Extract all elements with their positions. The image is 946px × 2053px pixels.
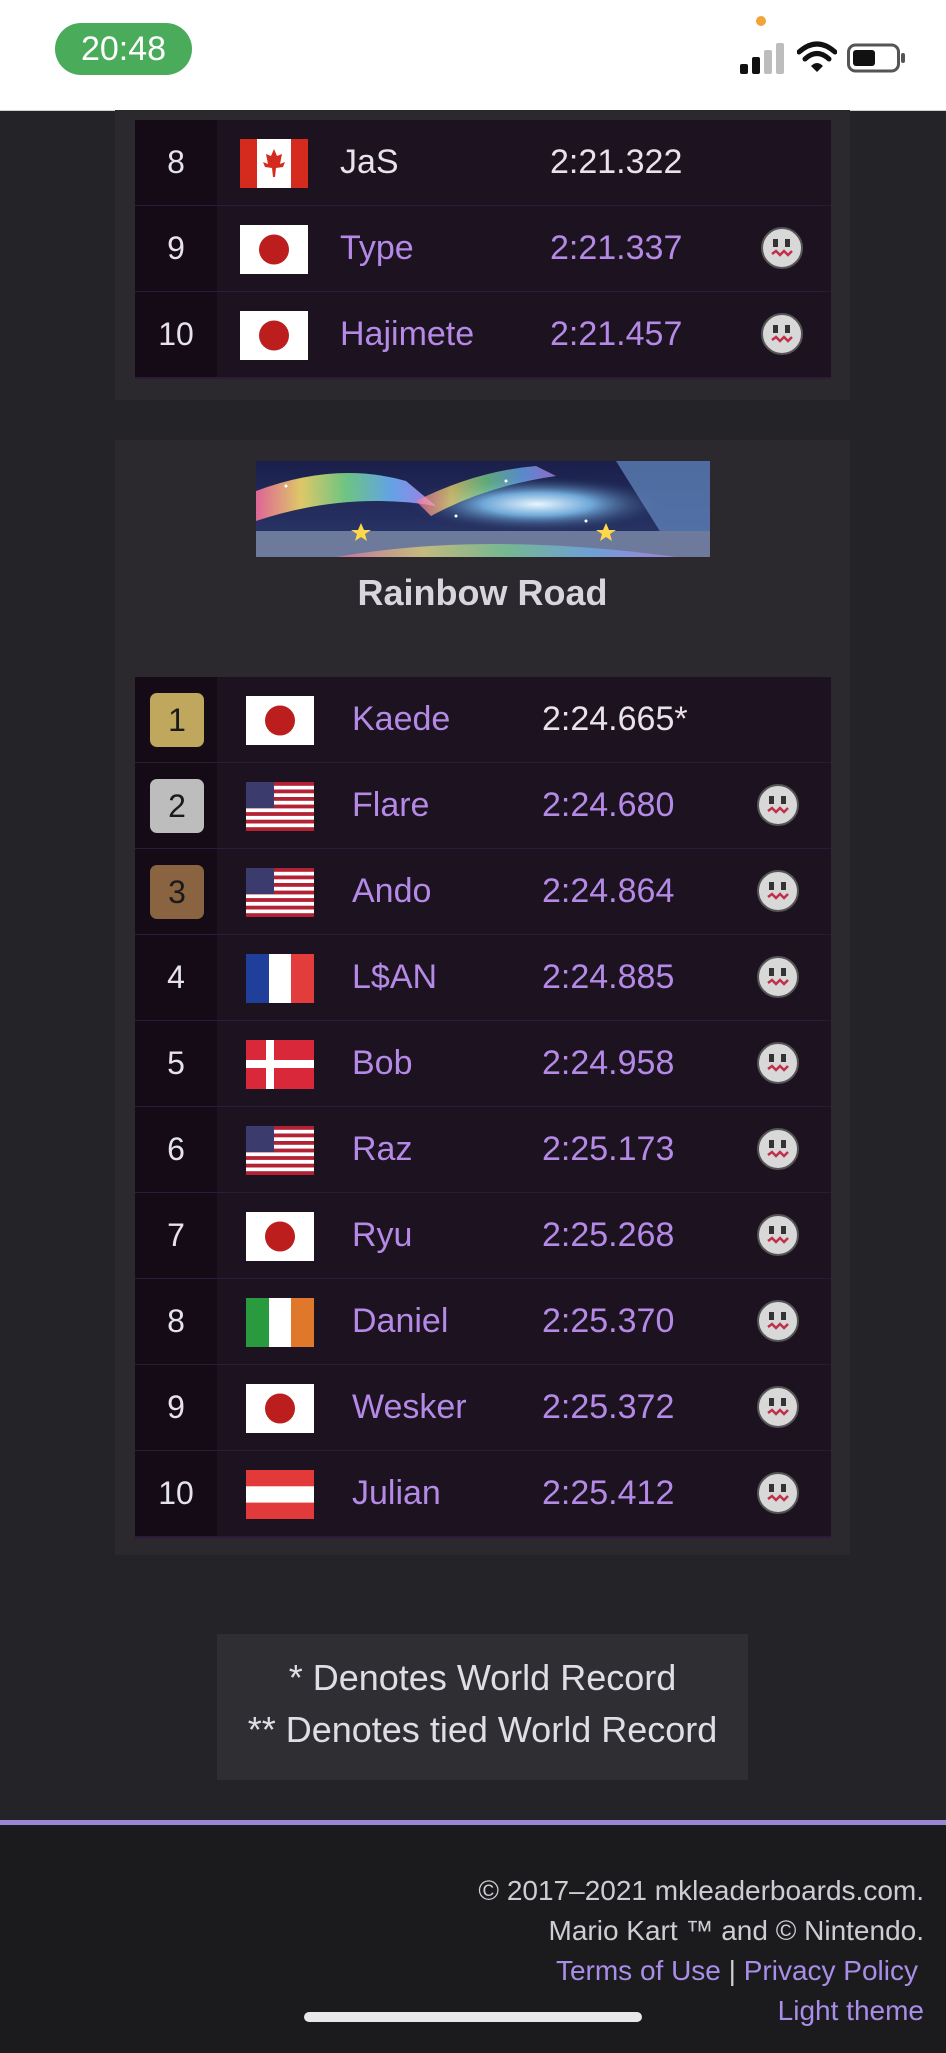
player-name[interactable]: Raz xyxy=(352,1107,412,1192)
table-row[interactable]: 10 Julian 2:25.412 xyxy=(135,1451,831,1538)
battery-icon xyxy=(847,43,905,73)
table-row[interactable]: 8 JaS 2:21.322 xyxy=(135,120,831,207)
rank-cell: 4 xyxy=(135,935,217,1020)
race-time[interactable]: 2:21.457 xyxy=(550,292,682,377)
ghost-icon[interactable] xyxy=(755,954,801,1000)
rank-cell: 3 xyxy=(135,849,217,934)
france-flag-icon xyxy=(246,954,314,1003)
player-name[interactable]: Hajimete xyxy=(340,292,474,377)
rank-cell: 9 xyxy=(135,206,217,291)
rainbow-road-track-image[interactable] xyxy=(256,461,710,557)
ghost-icon[interactable] xyxy=(755,868,801,914)
ghost-icon[interactable] xyxy=(755,1040,801,1086)
track-title[interactable]: Rainbow Road xyxy=(115,572,850,614)
table-row[interactable]: 4 L$AN 2:24.885 xyxy=(135,935,831,1022)
table-row[interactable]: 9 Type 2:21.337 xyxy=(135,206,831,293)
table-row[interactable]: 7 Ryu 2:25.268 xyxy=(135,1193,831,1280)
race-time: 2:21.322 xyxy=(550,143,683,181)
player-name[interactable]: Flare xyxy=(352,763,429,848)
ghost-icon[interactable] xyxy=(755,1470,801,1516)
race-time[interactable]: 2:21.337 xyxy=(550,206,682,291)
footer-links: Terms of Use | Privacy Policy xyxy=(556,1955,918,1987)
japan-flag-icon xyxy=(246,1384,314,1433)
japan-flag-icon xyxy=(240,225,308,274)
ghost-icon[interactable] xyxy=(755,1126,801,1172)
privacy-indicator-dot xyxy=(756,16,766,26)
footer-theme-row: Light theme xyxy=(778,1995,924,2027)
table-row[interactable]: 1 Kaede 2:24.665* xyxy=(135,677,831,764)
player-name[interactable]: Kaede xyxy=(352,677,450,762)
player-name[interactable]: Ando xyxy=(352,849,431,934)
ghost-icon[interactable] xyxy=(755,1384,801,1430)
usa-flag-icon xyxy=(246,782,314,831)
rank-cell: 10 xyxy=(135,292,217,377)
world-record-note: * Denotes World Record xyxy=(288,1657,677,1698)
rank-cell: 9 xyxy=(135,1365,217,1450)
race-time: 2:24.665* xyxy=(542,700,688,738)
silver-medal-badge: 2 xyxy=(150,779,204,833)
table-row[interactable]: 5 Bob 2:24.958 xyxy=(135,1021,831,1108)
table-row[interactable]: 8 Daniel 2:25.370 xyxy=(135,1279,831,1366)
ghost-icon[interactable] xyxy=(759,225,805,271)
race-time[interactable]: 2:24.864 xyxy=(542,849,674,934)
rank-cell: 1 xyxy=(135,677,217,762)
usa-flag-icon xyxy=(246,868,314,917)
table-row[interactable]: 2 Flare 2:24.680 xyxy=(135,763,831,850)
table-row[interactable]: 3 Ando 2:24.864 xyxy=(135,849,831,936)
table-row[interactable]: 10 Hajimete 2:21.457 xyxy=(135,292,831,379)
rank-cell: 7 xyxy=(135,1193,217,1278)
race-time[interactable]: 2:25.372 xyxy=(542,1365,674,1450)
privacy-policy-link[interactable]: Privacy Policy xyxy=(744,1955,918,1986)
race-time[interactable]: 2:25.173 xyxy=(542,1107,674,1192)
race-time[interactable]: 2:25.412 xyxy=(542,1451,674,1536)
player-name[interactable]: Daniel xyxy=(352,1279,448,1364)
race-time[interactable]: 2:24.885 xyxy=(542,935,674,1020)
austria-flag-icon xyxy=(246,1470,314,1519)
player-name[interactable]: JaS xyxy=(340,120,399,205)
race-time[interactable]: 2:24.680 xyxy=(542,763,674,848)
rank-cell: 10 xyxy=(135,1451,217,1536)
japan-flag-icon xyxy=(246,1212,314,1261)
status-bar: 20:48 xyxy=(0,0,946,111)
player-name[interactable]: L$AN xyxy=(352,935,437,1020)
clock: 20:48 xyxy=(55,23,192,75)
player-name[interactable]: Bob xyxy=(352,1021,413,1106)
tied-world-record-note: ** Denotes tied World Record xyxy=(247,1709,718,1750)
denmark-flag-icon xyxy=(246,1040,314,1089)
gold-medal-badge: 1 xyxy=(150,693,204,747)
player-name[interactable]: Wesker xyxy=(352,1365,467,1450)
link-separator: | xyxy=(728,1955,736,1986)
rank-cell: 8 xyxy=(135,1279,217,1364)
japan-flag-icon xyxy=(246,696,314,745)
player-name[interactable]: Julian xyxy=(352,1451,441,1536)
wifi-icon xyxy=(797,41,837,72)
record-legend: * Denotes World Record ** Denotes tied W… xyxy=(217,1634,748,1780)
ghost-icon[interactable] xyxy=(755,1212,801,1258)
rank-cell: 5 xyxy=(135,1021,217,1106)
ghost-icon[interactable] xyxy=(755,782,801,828)
terms-of-use-link[interactable]: Terms of Use xyxy=(556,1955,721,1986)
home-indicator[interactable] xyxy=(304,2012,642,2022)
table-row[interactable]: 9 Wesker 2:25.372 xyxy=(135,1365,831,1452)
player-name[interactable]: Type xyxy=(340,206,414,291)
rank-cell: 2 xyxy=(135,763,217,848)
usa-flag-icon xyxy=(246,1126,314,1175)
race-time[interactable]: 2:24.958 xyxy=(542,1021,674,1106)
race-time[interactable]: 2:25.268 xyxy=(542,1193,674,1278)
trademark-text: Mario Kart ™ and © Nintendo. xyxy=(548,1915,924,1946)
rank-cell: 6 xyxy=(135,1107,217,1192)
ghost-icon[interactable] xyxy=(759,311,805,357)
race-time[interactable]: 2:25.370 xyxy=(542,1279,674,1364)
ghost-icon[interactable] xyxy=(755,1298,801,1344)
copyright-text: © 2017–2021 mkleaderboards.com. xyxy=(478,1875,924,1906)
cellular-signal-icon xyxy=(740,43,784,74)
bronze-medal-badge: 3 xyxy=(150,865,204,919)
rank-cell: 8 xyxy=(135,120,217,205)
canada-flag-icon xyxy=(240,139,308,188)
light-theme-link[interactable]: Light theme xyxy=(778,1995,924,2026)
player-name[interactable]: Ryu xyxy=(352,1193,412,1278)
table-row[interactable]: 6 Raz 2:25.173 xyxy=(135,1107,831,1194)
ireland-flag-icon xyxy=(246,1298,314,1347)
japan-flag-icon xyxy=(240,311,308,360)
